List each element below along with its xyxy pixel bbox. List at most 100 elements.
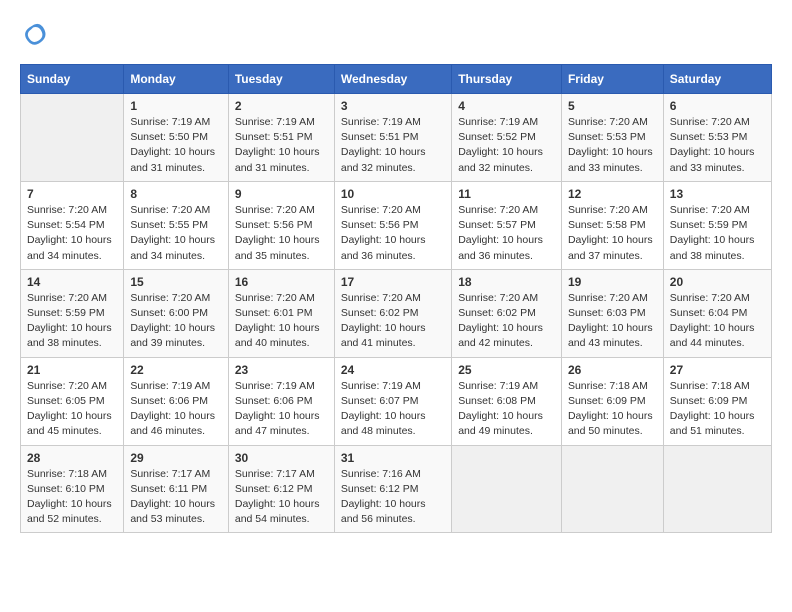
day-number: 3: [341, 99, 445, 113]
calendar-cell: 31 Sunrise: 7:16 AMSunset: 6:12 PMDayligh…: [334, 445, 451, 533]
calendar-cell: 7 Sunrise: 7:20 AMSunset: 5:54 PMDaylight…: [21, 181, 124, 269]
day-number: 18: [458, 275, 555, 289]
day-number: 29: [130, 451, 222, 465]
day-info: Sunrise: 7:19 AMSunset: 6:06 PMDaylight:…: [235, 379, 328, 440]
day-number: 5: [568, 99, 657, 113]
calendar-cell: 25 Sunrise: 7:19 AMSunset: 6:08 PMDayligh…: [452, 357, 562, 445]
day-number: 12: [568, 187, 657, 201]
calendar-cell: 21 Sunrise: 7:20 AMSunset: 6:05 PMDayligh…: [21, 357, 124, 445]
calendar-table: SundayMondayTuesdayWednesdayThursdayFrid…: [20, 64, 772, 533]
day-number: 4: [458, 99, 555, 113]
day-info: Sunrise: 7:20 AMSunset: 5:59 PMDaylight:…: [27, 291, 117, 352]
week-row-5: 28 Sunrise: 7:18 AMSunset: 6:10 PMDayligh…: [21, 445, 772, 533]
weekday-header-monday: Monday: [124, 65, 229, 94]
day-number: 21: [27, 363, 117, 377]
calendar-cell: 19Sunrise: 7:20 AMSunset: 6:03 PMDayligh…: [561, 269, 663, 357]
weekday-header-sunday: Sunday: [21, 65, 124, 94]
day-info: Sunrise: 7:20 AMSunset: 6:02 PMDaylight:…: [458, 291, 555, 352]
calendar-cell: 1 Sunrise: 7:19 AMSunset: 5:50 PMDaylight…: [124, 94, 229, 182]
weekday-header-row: SundayMondayTuesdayWednesdayThursdayFrid…: [21, 65, 772, 94]
day-number: 19: [568, 275, 657, 289]
calendar-cell: 20 Sunrise: 7:20 AMSunset: 6:04 PMDayligh…: [663, 269, 771, 357]
calendar-cell: 22 Sunrise: 7:19 AMSunset: 6:06 PMDayligh…: [124, 357, 229, 445]
day-info: Sunrise: 7:18 AMSunset: 6:09 PMDaylight:…: [670, 379, 765, 440]
calendar-cell: 23 Sunrise: 7:19 AMSunset: 6:06 PMDayligh…: [228, 357, 334, 445]
calendar-cell: 26Sunrise: 7:18 AMSunset: 6:09 PMDayligh…: [561, 357, 663, 445]
calendar-cell: 6Sunrise: 7:20 AMSunset: 5:53 PMDaylight…: [663, 94, 771, 182]
day-number: 11: [458, 187, 555, 201]
day-info: Sunrise: 7:18 AMSunset: 6:10 PMDaylight:…: [27, 467, 117, 528]
day-number: 25: [458, 363, 555, 377]
calendar-cell: 13 Sunrise: 7:20 AMSunset: 5:59 PMDayligh…: [663, 181, 771, 269]
day-number: 16: [235, 275, 328, 289]
day-info: Sunrise: 7:20 AMSunset: 5:55 PMDaylight:…: [130, 203, 222, 264]
day-info: Sunrise: 7:20 AMSunset: 5:56 PMDaylight:…: [235, 203, 328, 264]
calendar-cell: 24Sunrise: 7:19 AMSunset: 6:07 PMDayligh…: [334, 357, 451, 445]
day-number: 23: [235, 363, 328, 377]
day-number: 27: [670, 363, 765, 377]
day-number: 26: [568, 363, 657, 377]
day-info: Sunrise: 7:19 AMSunset: 6:08 PMDaylight:…: [458, 379, 555, 440]
day-info: Sunrise: 7:16 AMSunset: 6:12 PMDaylight:…: [341, 467, 445, 528]
day-number: 20: [670, 275, 765, 289]
page-header: [20, 20, 772, 48]
calendar-cell: 11Sunrise: 7:20 AMSunset: 5:57 PMDayligh…: [452, 181, 562, 269]
day-info: Sunrise: 7:19 AMSunset: 5:51 PMDaylight:…: [341, 115, 445, 176]
calendar-cell: 8 Sunrise: 7:20 AMSunset: 5:55 PMDaylight…: [124, 181, 229, 269]
day-number: 28: [27, 451, 117, 465]
weekday-header-friday: Friday: [561, 65, 663, 94]
calendar-cell: 29 Sunrise: 7:17 AMSunset: 6:11 PMDayligh…: [124, 445, 229, 533]
day-info: Sunrise: 7:20 AMSunset: 6:05 PMDaylight:…: [27, 379, 117, 440]
day-info: Sunrise: 7:20 AMSunset: 6:04 PMDaylight:…: [670, 291, 765, 352]
day-info: Sunrise: 7:17 AMSunset: 6:11 PMDaylight:…: [130, 467, 222, 528]
calendar-cell: [561, 445, 663, 533]
day-number: 15: [130, 275, 222, 289]
calendar-cell: 27 Sunrise: 7:18 AMSunset: 6:09 PMDayligh…: [663, 357, 771, 445]
day-info: Sunrise: 7:19 AMSunset: 5:51 PMDaylight:…: [235, 115, 328, 176]
calendar-cell: 17Sunrise: 7:20 AMSunset: 6:02 PMDayligh…: [334, 269, 451, 357]
day-info: Sunrise: 7:20 AMSunset: 5:53 PMDaylight:…: [568, 115, 657, 176]
calendar-cell: 30Sunrise: 7:17 AMSunset: 6:12 PMDayligh…: [228, 445, 334, 533]
day-info: Sunrise: 7:20 AMSunset: 5:59 PMDaylight:…: [670, 203, 765, 264]
calendar-cell: 28 Sunrise: 7:18 AMSunset: 6:10 PMDayligh…: [21, 445, 124, 533]
day-number: 9: [235, 187, 328, 201]
day-number: 1: [130, 99, 222, 113]
day-number: 10: [341, 187, 445, 201]
calendar-cell: 16 Sunrise: 7:20 AMSunset: 6:01 PMDayligh…: [228, 269, 334, 357]
logo: [20, 20, 52, 48]
week-row-2: 7 Sunrise: 7:20 AMSunset: 5:54 PMDaylight…: [21, 181, 772, 269]
calendar-cell: 18 Sunrise: 7:20 AMSunset: 6:02 PMDayligh…: [452, 269, 562, 357]
day-number: 2: [235, 99, 328, 113]
day-number: 22: [130, 363, 222, 377]
calendar-cell: 14 Sunrise: 7:20 AMSunset: 5:59 PMDayligh…: [21, 269, 124, 357]
calendar-cell: 4 Sunrise: 7:19 AMSunset: 5:52 PMDaylight…: [452, 94, 562, 182]
day-number: 13: [670, 187, 765, 201]
calendar-cell: [21, 94, 124, 182]
calendar-cell: 12Sunrise: 7:20 AMSunset: 5:58 PMDayligh…: [561, 181, 663, 269]
weekday-header-thursday: Thursday: [452, 65, 562, 94]
day-info: Sunrise: 7:20 AMSunset: 6:02 PMDaylight:…: [341, 291, 445, 352]
weekday-header-wednesday: Wednesday: [334, 65, 451, 94]
day-info: Sunrise: 7:20 AMSunset: 6:01 PMDaylight:…: [235, 291, 328, 352]
calendar-cell: 3 Sunrise: 7:19 AMSunset: 5:51 PMDaylight…: [334, 94, 451, 182]
logo-icon: [20, 20, 48, 48]
weekday-header-tuesday: Tuesday: [228, 65, 334, 94]
day-info: Sunrise: 7:19 AMSunset: 5:52 PMDaylight:…: [458, 115, 555, 176]
day-number: 7: [27, 187, 117, 201]
day-number: 24: [341, 363, 445, 377]
calendar-cell: [663, 445, 771, 533]
week-row-3: 14 Sunrise: 7:20 AMSunset: 5:59 PMDayligh…: [21, 269, 772, 357]
day-number: 31: [341, 451, 445, 465]
day-number: 8: [130, 187, 222, 201]
day-info: Sunrise: 7:20 AMSunset: 6:00 PMDaylight:…: [130, 291, 222, 352]
day-number: 30: [235, 451, 328, 465]
day-info: Sunrise: 7:19 AMSunset: 5:50 PMDaylight:…: [130, 115, 222, 176]
day-info: Sunrise: 7:20 AMSunset: 5:54 PMDaylight:…: [27, 203, 117, 264]
calendar-cell: 15 Sunrise: 7:20 AMSunset: 6:00 PMDayligh…: [124, 269, 229, 357]
day-info: Sunrise: 7:19 AMSunset: 6:06 PMDaylight:…: [130, 379, 222, 440]
day-number: 14: [27, 275, 117, 289]
calendar-cell: 5 Sunrise: 7:20 AMSunset: 5:53 PMDaylight…: [561, 94, 663, 182]
calendar-cell: 10 Sunrise: 7:20 AMSunset: 5:56 PMDayligh…: [334, 181, 451, 269]
day-info: Sunrise: 7:20 AMSunset: 5:56 PMDaylight:…: [341, 203, 445, 264]
week-row-1: 1 Sunrise: 7:19 AMSunset: 5:50 PMDaylight…: [21, 94, 772, 182]
